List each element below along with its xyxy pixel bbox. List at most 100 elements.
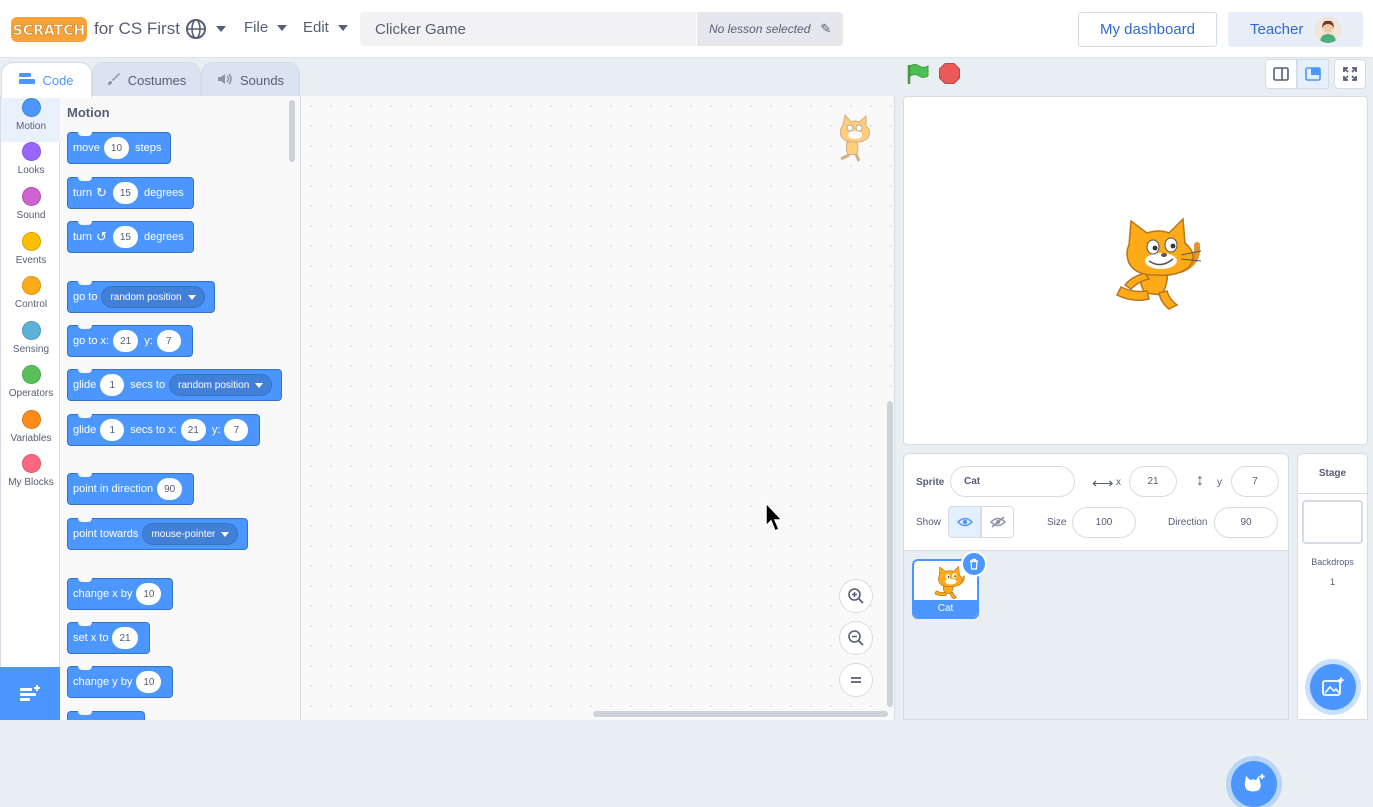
cat-sprite[interactable] xyxy=(1109,215,1205,320)
sprite-name-input[interactable]: Cat xyxy=(950,466,1075,497)
image-plus-icon xyxy=(1322,677,1344,696)
direction-input[interactable]: 90 xyxy=(1214,507,1278,538)
x-position-input[interactable]: 21 xyxy=(1129,466,1177,497)
tab-sounds[interactable]: Sounds xyxy=(201,62,300,97)
hide-sprite-button[interactable] xyxy=(981,506,1014,538)
block-input[interactable]: 1 xyxy=(100,419,125,441)
block-point-direction[interactable]: point in direction 90 xyxy=(67,473,195,505)
project-title-input[interactable]: Clicker Game xyxy=(360,12,696,46)
zoom-reset-button[interactable] xyxy=(839,663,873,697)
category-motion[interactable]: Motion xyxy=(1,98,61,142)
project-title-text: Clicker Game xyxy=(375,20,466,38)
account-menu[interactable]: Teacher xyxy=(1228,12,1363,47)
tab-costumes-label: Costumes xyxy=(127,72,187,88)
script-area[interactable] xyxy=(301,96,895,720)
block-text: go to xyxy=(73,291,98,303)
zoom-out-icon xyxy=(848,630,864,646)
sprite-name-value: Cat xyxy=(964,476,981,487)
block-text: steps xyxy=(135,142,162,154)
avatar xyxy=(1315,16,1342,43)
lesson-selector[interactable]: No lesson selected ✎ xyxy=(697,12,843,46)
block-input[interactable]: 15 xyxy=(112,182,138,204)
block-input[interactable]: 1 xyxy=(100,374,125,396)
palette-scrollbar[interactable] xyxy=(289,100,295,162)
block-input[interactable]: 21 xyxy=(180,419,206,441)
zoom-in-button[interactable] xyxy=(839,579,873,613)
block-dropdown[interactable]: random position xyxy=(101,286,205,308)
block-dropdown[interactable]: random position xyxy=(169,374,273,396)
category-sound[interactable]: Sound xyxy=(1,187,61,231)
dropdown-arrow-icon xyxy=(221,531,230,537)
large-stage-button[interactable] xyxy=(1297,59,1329,89)
category-looks[interactable]: Looks xyxy=(1,142,61,186)
stage-thumbnail[interactable] xyxy=(1302,500,1363,544)
category-control[interactable]: Control xyxy=(1,276,61,320)
block-go-to-xy[interactable]: go to x: 21 y: 7 xyxy=(67,325,193,357)
block-text: change x by xyxy=(73,588,133,600)
block-glide-to[interactable]: glide 1 secs to random position xyxy=(67,369,283,401)
block-turn-right[interactable]: turn ↻ 15 degrees xyxy=(67,177,194,209)
category-label: Motion xyxy=(15,121,46,132)
block-text: turn xyxy=(73,187,92,199)
block-input[interactable]: 7 xyxy=(156,330,181,352)
category-menu: Motion Looks Sound Events Control Sensin… xyxy=(0,96,61,720)
category-events[interactable]: Events xyxy=(1,232,61,276)
block-input[interactable]: 21 xyxy=(112,627,138,649)
block-move-steps[interactable]: move 10 steps xyxy=(67,132,172,164)
block-text: move xyxy=(73,142,100,154)
category-label: Sound xyxy=(16,210,46,221)
block-text: y: xyxy=(211,424,221,436)
block-turn-left[interactable]: turn ↺ 15 degrees xyxy=(67,221,194,253)
horizontal-scrollbar[interactable] xyxy=(593,711,888,717)
block-set-x[interactable]: set x to 21 xyxy=(67,622,150,654)
category-operators[interactable]: Operators xyxy=(1,365,61,409)
y-label: y xyxy=(1217,477,1222,488)
category-label: My Blocks xyxy=(8,477,54,488)
block-change-x[interactable]: change x by 10 xyxy=(67,578,174,610)
block-partial[interactable] xyxy=(67,711,145,720)
large-stage-icon xyxy=(1305,67,1321,81)
stage-canvas[interactable] xyxy=(903,96,1368,445)
block-input[interactable]: 15 xyxy=(112,226,138,248)
teacher-label: Teacher xyxy=(1250,21,1304,38)
green-flag-button[interactable] xyxy=(906,63,930,85)
tab-code[interactable]: Code xyxy=(1,62,92,98)
add-extension-button[interactable] xyxy=(0,667,60,720)
language-menu[interactable] xyxy=(185,18,226,40)
stage-selector[interactable]: Stage Backdrops 1 xyxy=(1297,453,1368,720)
block-input[interactable]: 10 xyxy=(103,137,130,159)
edit-menu[interactable]: Edit xyxy=(303,19,348,36)
show-sprite-button[interactable] xyxy=(948,506,981,538)
sprite-pane: Sprite Cat ⟷ x 21 ↕ y 7 Show Size 100 Di… xyxy=(903,453,1289,807)
tab-costumes[interactable]: Costumes xyxy=(92,62,201,97)
fullscreen-button[interactable] xyxy=(1334,59,1366,89)
block-point-towards[interactable]: point towards mouse-pointer xyxy=(67,518,249,550)
block-input[interactable]: 10 xyxy=(136,583,162,605)
stop-button[interactable] xyxy=(939,63,960,84)
size-input[interactable]: 100 xyxy=(1072,507,1136,538)
y-position-input[interactable]: 7 xyxy=(1231,466,1279,497)
menu-bar: SCRATCH for CS First File Edit Clicker G… xyxy=(0,0,1373,58)
block-go-to[interactable]: go to random position xyxy=(67,281,215,313)
small-stage-button[interactable] xyxy=(1265,59,1297,89)
delete-sprite-button[interactable] xyxy=(961,551,987,577)
category-sensing[interactable]: Sensing xyxy=(1,321,61,365)
vertical-scrollbar[interactable] xyxy=(887,401,893,707)
file-menu[interactable]: File xyxy=(244,19,288,36)
block-change-y[interactable]: change y by 10 xyxy=(67,666,174,698)
block-input[interactable]: 7 xyxy=(224,419,249,441)
block-glide-xy[interactable]: glide 1 secs to x: 21 y: 7 xyxy=(67,414,261,446)
block-input[interactable]: 21 xyxy=(113,330,139,352)
palette-heading: Motion xyxy=(67,105,110,120)
zoom-out-button[interactable] xyxy=(839,621,873,655)
dashboard-button[interactable]: My dashboard xyxy=(1078,12,1217,47)
category-my-blocks[interactable]: My Blocks xyxy=(1,454,61,498)
block-dropdown[interactable]: mouse-pointer xyxy=(142,523,239,545)
block-input[interactable]: 10 xyxy=(136,671,162,693)
scratch-logo[interactable]: SCRATCH xyxy=(11,17,87,42)
cat-plus-icon xyxy=(1244,774,1265,792)
category-variables[interactable]: Variables xyxy=(1,410,61,454)
block-input[interactable]: 90 xyxy=(157,478,183,500)
add-backdrop-button[interactable] xyxy=(1310,664,1356,710)
add-sprite-button[interactable] xyxy=(1231,761,1277,807)
